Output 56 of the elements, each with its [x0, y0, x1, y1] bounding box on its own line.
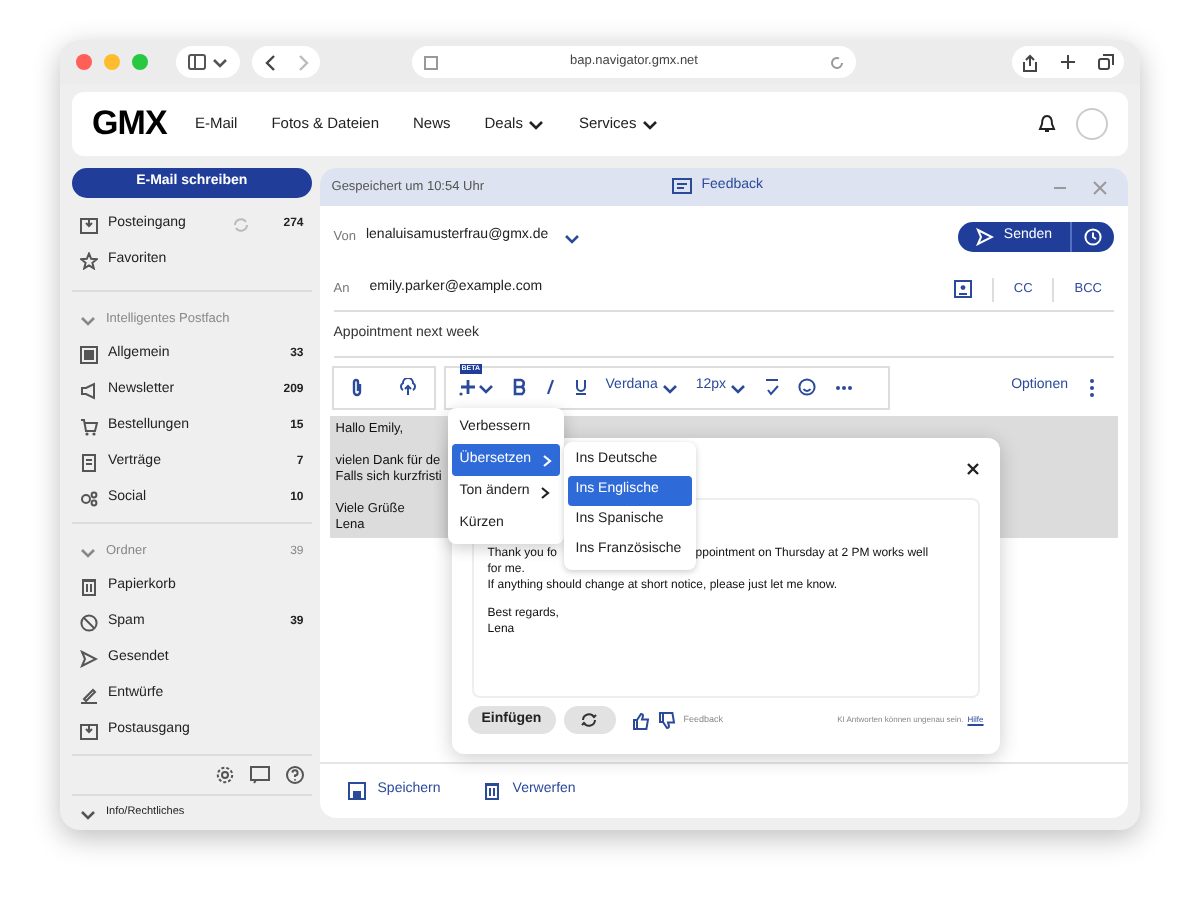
chat-icon[interactable]	[249, 766, 270, 784]
gear-icon[interactable]	[215, 766, 234, 784]
share-icon[interactable]	[1022, 53, 1039, 71]
cloud-upload-icon[interactable]	[397, 378, 418, 396]
italic-icon[interactable]	[543, 378, 556, 396]
sidebar-icon	[188, 54, 206, 70]
close-icon[interactable]	[965, 461, 980, 475]
logo[interactable]: GMX	[92, 98, 167, 150]
trash-icon	[80, 577, 98, 595]
chevron-down-icon	[212, 56, 228, 68]
chevron-down-icon	[642, 118, 659, 130]
tray-icon	[80, 721, 98, 739]
cart-icon	[80, 417, 98, 435]
chevron-down-icon	[80, 807, 96, 819]
kebab-menu-icon[interactable]	[1088, 377, 1096, 397]
thumbs-up-icon[interactable]	[631, 711, 650, 729]
bell-icon[interactable]	[1038, 114, 1056, 134]
plus-icon[interactable]	[1059, 54, 1076, 70]
chevron-down-icon	[661, 381, 678, 393]
sync-icon	[231, 215, 250, 233]
chevron-down-icon	[80, 314, 96, 326]
chevron-down-icon	[80, 546, 96, 558]
help-icon[interactable]	[285, 766, 304, 784]
emoji-icon[interactable]	[798, 378, 817, 396]
chevron-right-icon	[539, 485, 550, 499]
clock-icon[interactable]	[1084, 228, 1102, 246]
send-icon	[80, 649, 98, 667]
chat-icon	[671, 178, 692, 196]
contacts-icon[interactable]	[953, 280, 972, 298]
chevron-down-icon	[564, 231, 581, 243]
underline-icon[interactable]	[573, 378, 588, 396]
pencil-icon	[80, 685, 98, 703]
sidebar-toggle-button[interactable]	[176, 46, 240, 78]
reload-icon	[830, 55, 844, 69]
page-icon	[424, 55, 438, 69]
thumbs-down-icon[interactable]	[657, 711, 676, 729]
tabs-icon[interactable]	[1097, 54, 1114, 70]
square-icon	[80, 345, 98, 363]
chevron-right-icon	[541, 453, 552, 467]
people-icon	[80, 489, 98, 507]
chevron-down-icon	[528, 118, 545, 130]
regenerate-button[interactable]	[563, 706, 616, 734]
star-icon	[80, 251, 98, 269]
megaphone-icon	[80, 381, 98, 399]
send-icon	[975, 228, 994, 246]
document-icon	[80, 453, 98, 471]
refresh-icon	[580, 712, 599, 728]
bold-icon[interactable]	[511, 378, 526, 396]
more-icon[interactable]	[834, 383, 855, 391]
trash-icon	[484, 782, 501, 800]
spellcheck-icon[interactable]	[764, 378, 781, 396]
chevron-down-icon	[477, 381, 494, 393]
chevron-down-icon	[730, 381, 747, 393]
ban-icon	[80, 613, 98, 631]
tray-icon	[80, 215, 98, 233]
paperclip-icon[interactable]	[350, 377, 365, 397]
